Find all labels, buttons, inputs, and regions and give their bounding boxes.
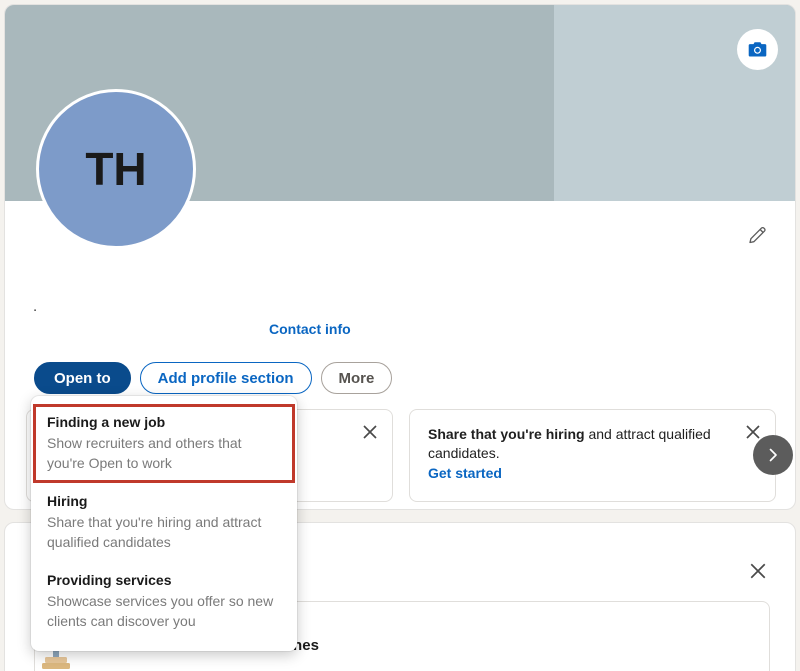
dropdown-item-subtitle: Share that you're hiring and attract qua… <box>47 514 262 550</box>
more-button[interactable]: More <box>320 362 393 394</box>
dropdown-item-title: Finding a new job <box>47 414 166 430</box>
profile-identity: . <box>33 299 37 315</box>
promo-card-text: Share that you're hiring and attract qua… <box>428 425 735 463</box>
profile-actions: Open to Add profile section More <box>34 362 393 394</box>
promo-card-text-bold: Share that you're hiring <box>428 426 585 442</box>
dropdown-item-finding-a-new-job[interactable]: Finding a new job Show recruiters and ot… <box>33 404 295 483</box>
page-title: . <box>33 298 38 315</box>
open-to-dropdown: Finding a new job Show recruiters and ot… <box>31 396 297 651</box>
add-profile-section-button[interactable]: Add profile section <box>139 362 312 394</box>
dropdown-item-title: Hiring <box>47 493 88 509</box>
promo-card[interactable]: Share that you're hiring and attract qua… <box>409 409 776 502</box>
close-icon[interactable] <box>746 559 770 583</box>
get-started-link[interactable]: Get started <box>428 465 502 481</box>
dropdown-item-hiring[interactable]: Hiring Share that you're hiring and attr… <box>31 483 297 562</box>
dropdown-item-subtitle: Showcase services you offer so new clien… <box>47 593 274 629</box>
pencil-icon[interactable] <box>745 221 771 247</box>
open-to-button[interactable]: Open to <box>34 362 131 394</box>
avatar[interactable]: TH <box>36 89 196 249</box>
dropdown-item-subtitle: Show recruiters and others that you're O… <box>47 435 242 471</box>
dropdown-item-title: Providing services <box>47 572 172 588</box>
contact-info-link[interactable]: Contact info <box>269 321 351 337</box>
dropdown-item-providing-services[interactable]: Providing services Showcase services you… <box>31 562 297 641</box>
avatar-initials: TH <box>85 143 147 195</box>
camera-icon[interactable] <box>737 29 778 70</box>
chevron-right-icon[interactable] <box>753 435 793 475</box>
profile-page: TH . Contact info Open to Add profile se… <box>0 0 800 671</box>
close-icon[interactable] <box>359 421 381 443</box>
